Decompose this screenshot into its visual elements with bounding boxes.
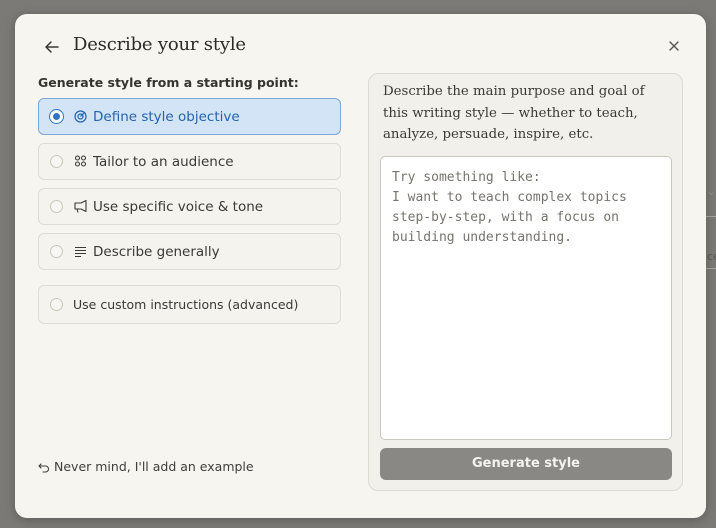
option-label: Tailor to an audience <box>93 154 234 170</box>
radio-unselected[interactable] <box>50 245 63 258</box>
dialog-title: Describe your style <box>73 34 246 55</box>
panel-description: Describe the main purpose and goal of th… <box>383 84 645 142</box>
objective-panel: Describe the main purpose and goal of th… <box>368 73 683 491</box>
option-label: Use specific voice & tone <box>93 199 264 215</box>
background-divider <box>706 268 716 269</box>
close-icon <box>669 41 679 51</box>
arrow-left-icon <box>45 41 59 53</box>
option-describe-generally[interactable]: Describe generally <box>38 233 341 270</box>
option-voice-and-tone[interactable]: Use specific voice & tone <box>38 188 341 225</box>
background-text: ce <box>707 250 716 263</box>
megaphone-icon <box>74 199 87 213</box>
section-label: Generate style from a starting point: <box>38 75 299 90</box>
option-label: Use custom instructions (advanced) <box>73 297 299 312</box>
undo-icon <box>38 463 49 473</box>
background-chevron-icon: ⌄ <box>706 184 716 198</box>
radio-selected[interactable] <box>50 110 63 123</box>
option-define-style-objective[interactable]: Define style objective <box>38 98 341 135</box>
radio-unselected[interactable] <box>50 155 63 168</box>
radio-unselected[interactable] <box>50 200 63 213</box>
option-label: Define style objective <box>93 109 240 125</box>
radio-unselected[interactable] <box>50 298 63 311</box>
style-objective-textarea[interactable]: Try something like: I want to teach comp… <box>380 156 672 440</box>
target-icon <box>74 110 87 123</box>
close-button[interactable] <box>666 38 682 54</box>
generate-style-button[interactable]: Generate style <box>380 448 672 480</box>
option-custom-instructions[interactable]: Use custom instructions (advanced) <box>38 285 341 324</box>
never-mind-link[interactable]: Never mind, I'll add an example <box>38 459 254 474</box>
option-label: Describe generally <box>93 244 220 260</box>
describe-style-dialog: Describe your style Generate style from … <box>15 14 706 518</box>
back-button[interactable] <box>41 36 63 58</box>
text-lines-icon <box>75 246 86 258</box>
never-mind-label: Never mind, I'll add an example <box>54 459 254 474</box>
audience-icon <box>74 155 87 167</box>
option-tailor-to-audience[interactable]: Tailor to an audience <box>38 143 341 180</box>
background-divider <box>706 216 716 217</box>
